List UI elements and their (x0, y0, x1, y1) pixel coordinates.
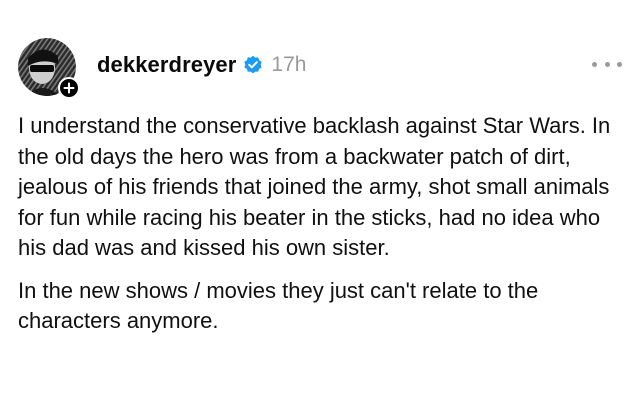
more-horizontal-icon (604, 61, 610, 67)
more-horizontal-icon (617, 61, 622, 67)
username[interactable]: dekkerdreyer (97, 52, 236, 78)
post-body: I understand the conservative backlash a… (18, 111, 630, 337)
plus-icon (63, 82, 75, 94)
post-paragraph: I understand the conservative backlash a… (18, 113, 611, 260)
author-avatar-container[interactable] (18, 38, 80, 99)
post-header: dekkerdreyer 17h (97, 48, 306, 82)
more-horizontal-icon (592, 61, 597, 67)
more-options-button[interactable] (592, 52, 622, 76)
timestamp: 17h (271, 53, 307, 76)
post-paragraph: In the new shows / movies they just can'… (18, 277, 539, 334)
thread-post: dekkerdreyer 17h I understand the conser… (0, 0, 640, 409)
verified-badge-icon (244, 55, 263, 74)
follow-badge[interactable] (58, 77, 80, 99)
